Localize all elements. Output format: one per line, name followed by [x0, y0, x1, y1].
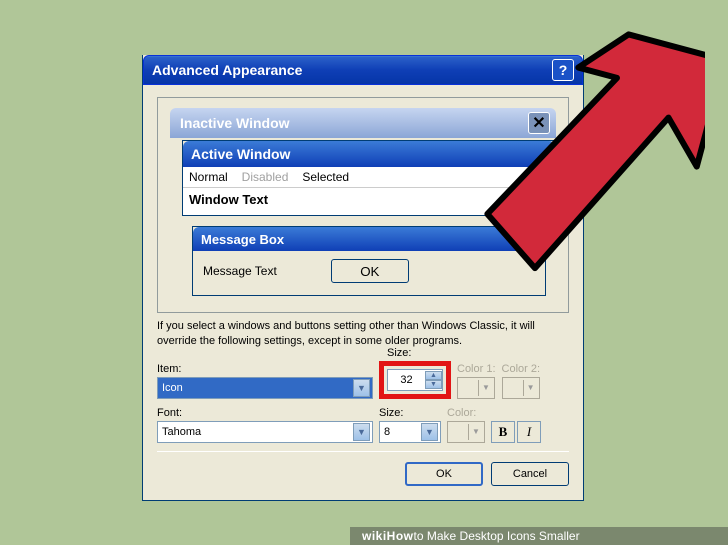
item-size-spinner[interactable]: 32 ▲ ▼: [387, 369, 443, 391]
font-size-combo[interactable]: 8 ▼: [379, 421, 441, 443]
chevron-down-icon[interactable]: ▼: [425, 380, 442, 389]
menu-normal: Normal: [189, 170, 228, 184]
item-label: Item:: [157, 363, 373, 375]
ok-button[interactable]: OK: [405, 462, 483, 486]
font-color-button: ▼: [447, 421, 485, 443]
preview-inactive-window-titlebar: Inactive Window ✕: [170, 108, 556, 138]
description-text: If you select a windows and buttons sett…: [157, 319, 569, 349]
chevron-down-icon: ▼: [421, 423, 438, 441]
color1-button: ▼: [457, 377, 495, 399]
size-label: Size:: [387, 347, 411, 359]
item-size-value: 32: [400, 374, 412, 386]
message-text: Message Text: [203, 264, 277, 278]
preview-window-text: Window Text: [183, 187, 555, 215]
dialog-body: Inactive Window ✕ Active Window Normal D…: [143, 85, 583, 500]
inactive-window-title: Inactive Window: [180, 115, 290, 131]
preview-active-window: Active Window Normal Disabled Selected W…: [182, 140, 556, 216]
dialog-titlebar[interactable]: Advanced Appearance ?: [143, 55, 583, 85]
font-color-label: Color:: [447, 407, 485, 419]
close-icon: ✕: [528, 112, 550, 134]
message-box-titlebar: Message Box ✕: [193, 227, 545, 251]
color2-label: Color 2:: [502, 363, 541, 375]
active-window-title: Active Window: [191, 146, 290, 162]
preview-menu: Normal Disabled Selected: [183, 167, 555, 187]
wikihow-caption: wikiHow to Make Desktop Icons Smaller: [350, 527, 728, 545]
size-highlight-box: Size: 32 ▲ ▼: [379, 361, 451, 399]
message-box-title: Message Box: [201, 232, 284, 247]
item-row: Item: Icon ▼ Size: 32 ▲ ▼: [157, 361, 569, 399]
menu-selected: Selected: [302, 170, 349, 184]
close-icon: ✕: [521, 229, 541, 249]
message-ok-button: OK: [331, 259, 409, 283]
chevron-down-icon: ▼: [478, 380, 493, 396]
font-size-label: Size:: [379, 407, 441, 419]
chevron-up-icon[interactable]: ▲: [425, 371, 442, 380]
help-button[interactable]: ?: [552, 59, 574, 81]
item-combo[interactable]: Icon ▼: [157, 377, 373, 399]
chevron-down-icon: ▼: [353, 379, 370, 397]
dialog-button-row: OK Cancel: [157, 451, 569, 486]
font-label: Font:: [157, 407, 373, 419]
italic-button[interactable]: I: [517, 421, 541, 443]
color1-label: Color 1:: [457, 363, 496, 375]
cancel-button[interactable]: Cancel: [491, 462, 569, 486]
chevron-down-icon: ▼: [523, 380, 538, 396]
color2-button: ▼: [502, 377, 540, 399]
font-row: Font: Tahoma ▼ Size: 8 ▼ Color: ▼: [157, 407, 569, 443]
chevron-down-icon: ▼: [468, 424, 483, 440]
advanced-appearance-dialog: Advanced Appearance ? Inactive Window ✕ …: [142, 55, 584, 501]
caption-text: to Make Desktop Icons Smaller: [414, 529, 580, 543]
font-value: Tahoma: [162, 426, 201, 438]
active-window-titlebar: Active Window: [183, 141, 555, 167]
appearance-preview: Inactive Window ✕ Active Window Normal D…: [157, 97, 569, 313]
wikihow-logo: wikiHow: [362, 529, 414, 543]
message-box-body: Message Text OK: [193, 251, 545, 295]
item-value: Icon: [162, 382, 183, 394]
preview-message-box: Message Box ✕ Message Text OK: [192, 226, 546, 296]
font-combo[interactable]: Tahoma ▼: [157, 421, 373, 443]
menu-disabled: Disabled: [242, 170, 289, 184]
font-size-value: 8: [384, 426, 390, 438]
dialog-title: Advanced Appearance: [152, 62, 302, 78]
chevron-down-icon: ▼: [353, 423, 370, 441]
bold-button[interactable]: B: [491, 421, 515, 443]
